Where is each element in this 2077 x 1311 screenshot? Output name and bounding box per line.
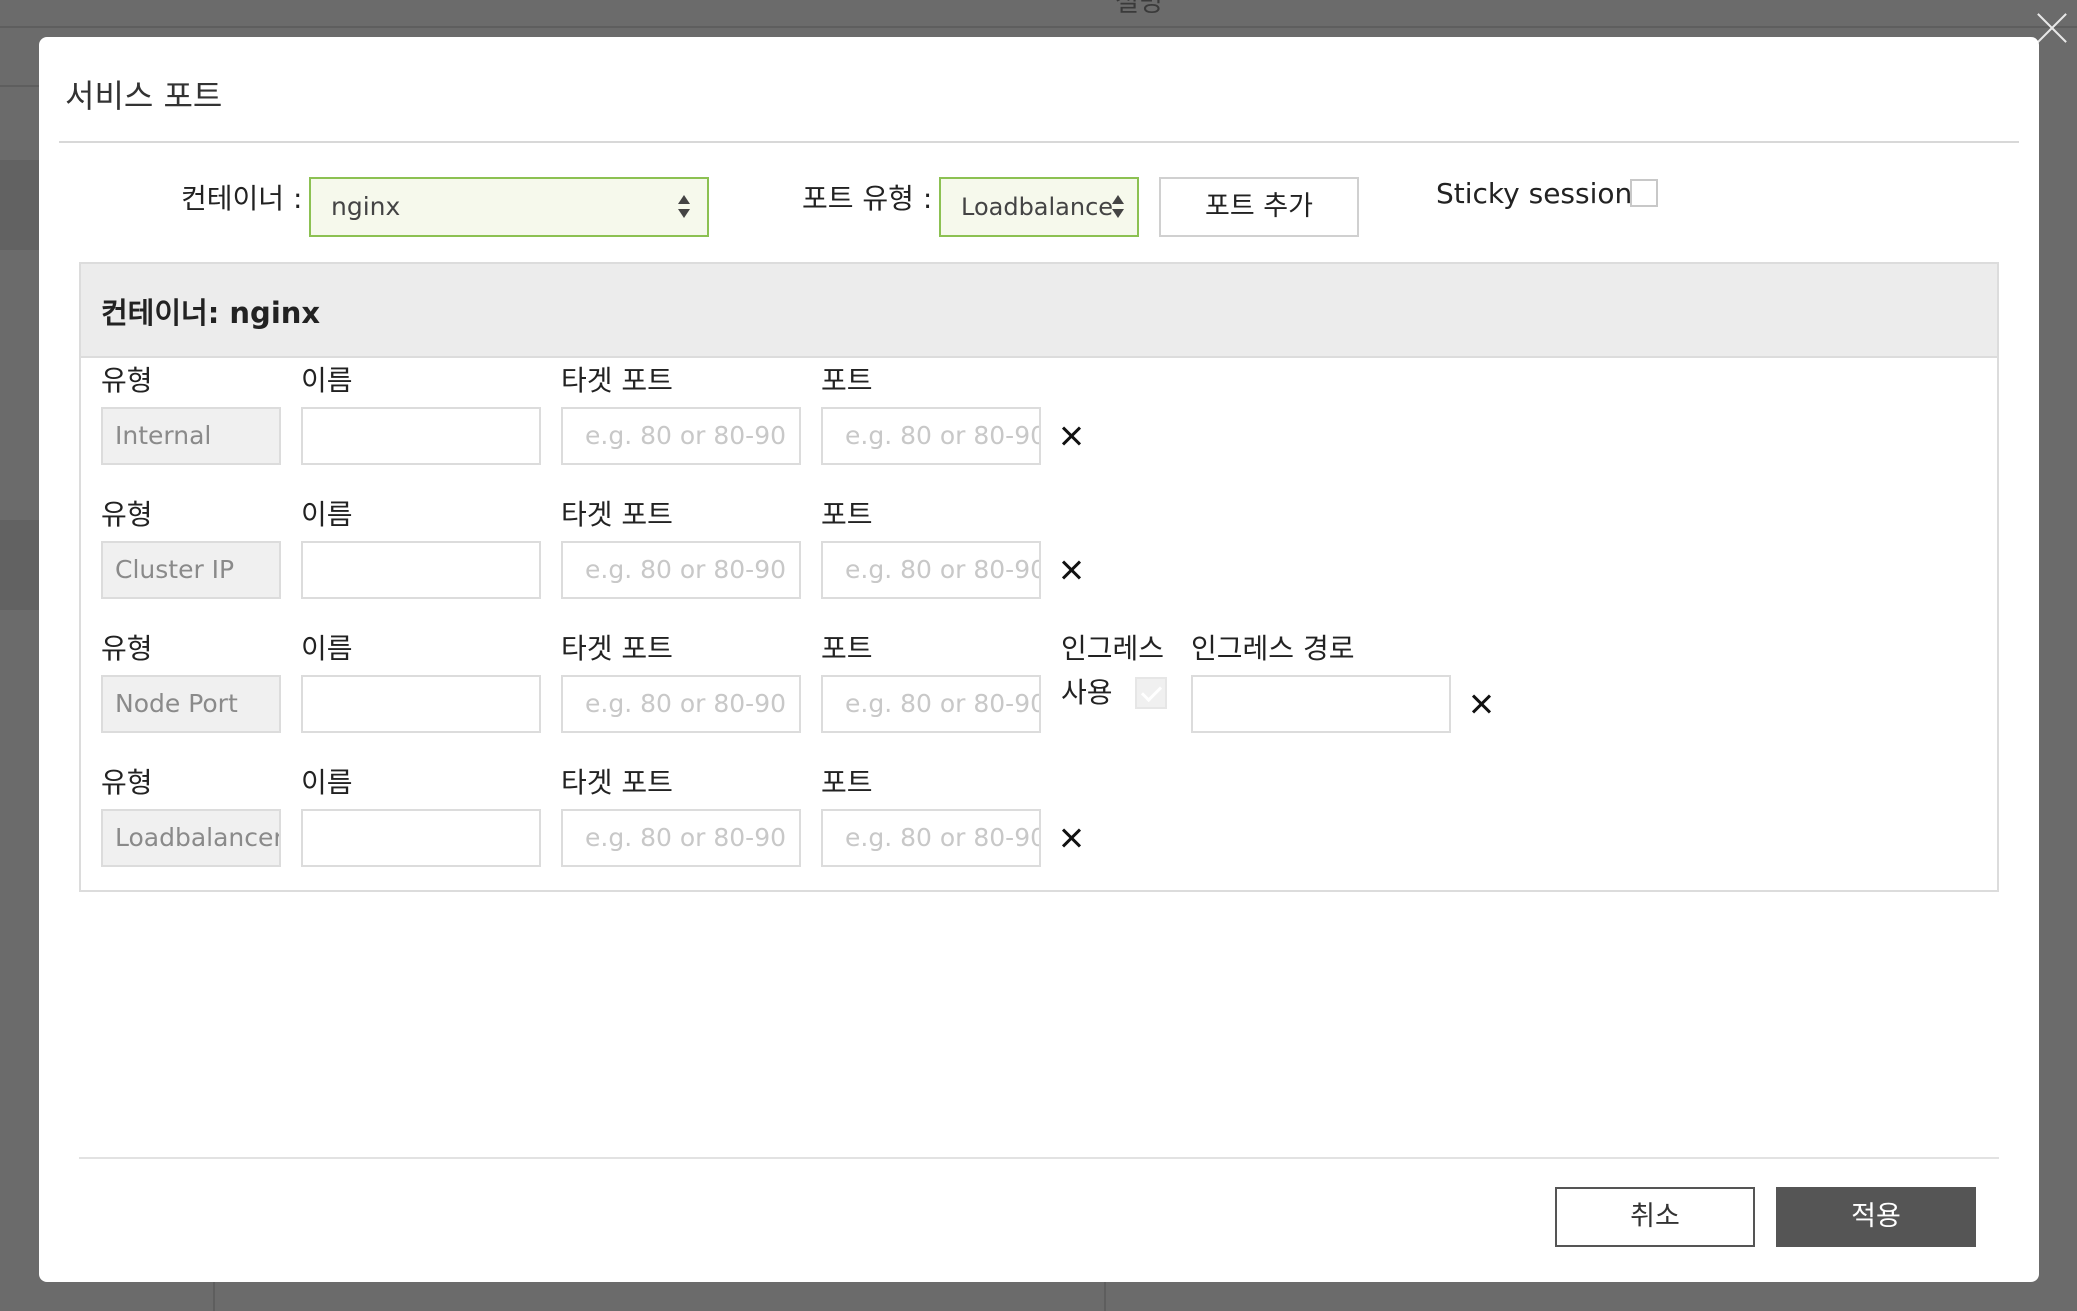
remove-row-icon[interactable]: [1061, 560, 1081, 580]
port-input[interactable]: e.g. 80 or 80-90: [821, 541, 1041, 599]
port-label: 포트: [821, 498, 873, 531]
port-type-label: 포트 유형 :: [802, 182, 933, 215]
target-port-label: 타겟 포트: [561, 632, 673, 665]
service-port-modal: 서비스 포트 컨테이너 : nginx 포트 유형 : Loadbalance …: [39, 37, 2039, 1282]
remove-row-icon[interactable]: [1061, 426, 1081, 446]
port-label: 포트: [821, 632, 873, 665]
name-label: 이름: [301, 766, 353, 799]
target-port-label: 타겟 포트: [561, 364, 673, 397]
modal-title: 서비스 포트: [65, 77, 223, 115]
container-select-value: nginx: [331, 192, 401, 221]
port-input[interactable]: e.g. 80 or 80-90: [821, 809, 1041, 867]
panel-title: 컨테이너: nginx: [101, 296, 321, 330]
type-field: Loadbalancer: [101, 809, 281, 867]
remove-row-icon[interactable]: [1061, 828, 1081, 848]
port-row: 유형 이름 타겟 포트 포트 Cluster IP e.g. 80 or 80-…: [81, 493, 1997, 613]
sticky-session-checkbox[interactable]: [1630, 179, 1658, 207]
ingress-use-checkbox[interactable]: [1135, 677, 1167, 709]
container-select[interactable]: nginx: [309, 177, 709, 237]
port-input[interactable]: e.g. 80 or 80-90: [821, 675, 1041, 733]
panel-header: 컨테이너: nginx: [81, 264, 1997, 358]
background-divider: [213, 1282, 215, 1311]
type-label: 유형: [101, 364, 153, 397]
target-port-label: 타겟 포트: [561, 766, 673, 799]
container-ports-panel: 컨테이너: nginx 유형 이름 타겟 포트 포트 Internal e.g.…: [79, 262, 1999, 892]
apply-button[interactable]: 적용: [1776, 1187, 1976, 1247]
background-title: 설명: [1115, 0, 1163, 18]
port-type-select[interactable]: Loadbalance: [939, 177, 1139, 237]
port-label: 포트: [821, 766, 873, 799]
name-input[interactable]: [301, 809, 541, 867]
name-label: 이름: [301, 498, 353, 531]
footer-divider: [79, 1157, 1999, 1159]
target-port-input[interactable]: e.g. 80 or 80-90: [561, 407, 801, 465]
add-port-button[interactable]: 포트 추가: [1159, 177, 1359, 237]
name-label: 이름: [301, 632, 353, 665]
target-port-label: 타겟 포트: [561, 498, 673, 531]
port-type-select-value: Loadbalance: [961, 193, 1114, 221]
name-input[interactable]: [301, 541, 541, 599]
background-divider: [0, 85, 39, 87]
port-input[interactable]: e.g. 80 or 80-90: [821, 407, 1041, 465]
sticky-session-label: Sticky session: [1436, 177, 1633, 210]
background-divider: [1104, 1282, 1106, 1311]
ingress-label: 인그레스: [1061, 632, 1165, 665]
ingress-path-label: 인그레스 경로: [1191, 632, 1355, 665]
target-port-input[interactable]: e.g. 80 or 80-90: [561, 675, 801, 733]
port-row: 유형 이름 타겟 포트 포트 Loadbalancer e.g. 80 or 8…: [81, 761, 1997, 881]
background-divider: [0, 26, 2077, 28]
background-divider: [0, 160, 39, 250]
port-label: 포트: [821, 364, 873, 397]
select-arrows-icon: [677, 193, 691, 221]
type-label: 유형: [101, 632, 153, 665]
ingress-path-input[interactable]: [1191, 675, 1451, 733]
port-row: 유형 이름 타겟 포트 포트 Internal e.g. 80 or 80-90…: [81, 359, 1997, 479]
type-field: Cluster IP: [101, 541, 281, 599]
target-port-input[interactable]: e.g. 80 or 80-90: [561, 541, 801, 599]
type-label: 유형: [101, 766, 153, 799]
name-input[interactable]: [301, 675, 541, 733]
ingress-use-label: 사용: [1061, 676, 1113, 709]
target-port-input[interactable]: e.g. 80 or 80-90: [561, 809, 801, 867]
container-label: 컨테이너 :: [181, 182, 303, 215]
background-divider: [0, 520, 39, 610]
type-field: Node Port: [101, 675, 281, 733]
select-arrows-icon: [1111, 193, 1125, 221]
cancel-button[interactable]: 취소: [1555, 1187, 1755, 1247]
type-field: Internal: [101, 407, 281, 465]
remove-row-icon[interactable]: [1471, 694, 1491, 714]
name-label: 이름: [301, 364, 353, 397]
name-input[interactable]: [301, 407, 541, 465]
type-label: 유형: [101, 498, 153, 531]
port-row: 유형 이름 타겟 포트 포트 인그레스 인그레스 경로 Node Port e.…: [81, 627, 1997, 747]
title-divider: [59, 141, 2019, 143]
